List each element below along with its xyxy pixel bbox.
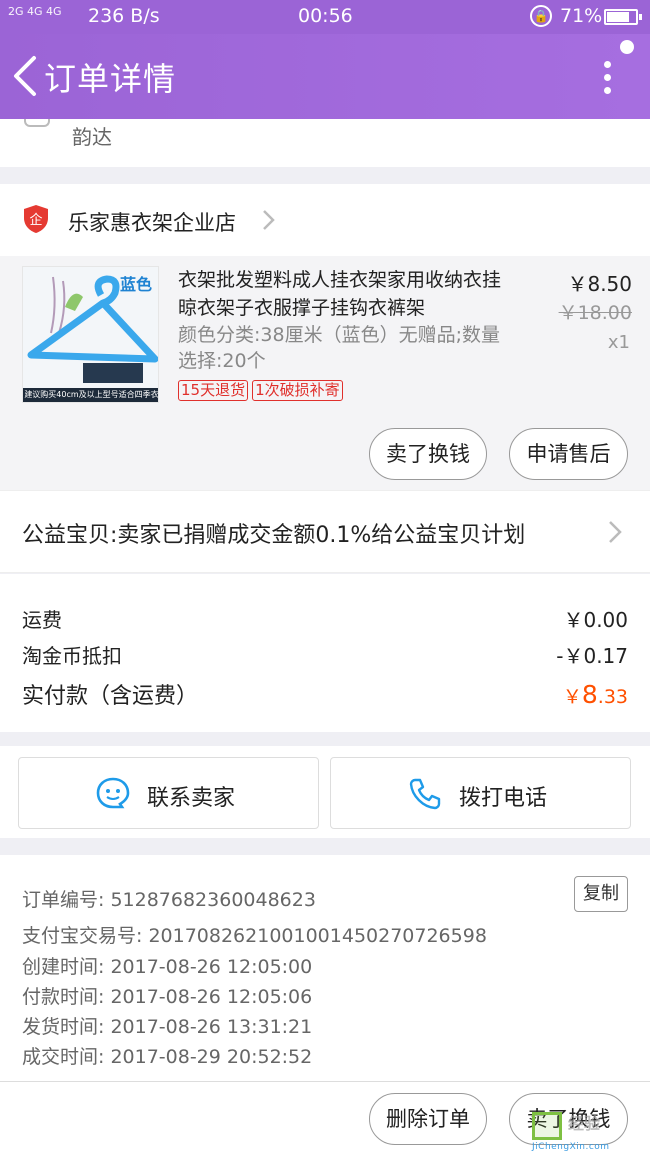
badge-damage: 1次破损补寄 [252, 380, 343, 401]
watermark: 经验 JiChengXin.com [532, 1108, 644, 1152]
battery-icon [604, 9, 642, 25]
call-phone-button[interactable]: 拨打电话 [330, 757, 631, 829]
shipped-time: 发货时间: 2017-08-26 13:31:21 [22, 1016, 313, 1038]
chevron-right-icon [263, 210, 275, 230]
cost-summary: 运费 ￥0.00 淘金币抵扣 -￥0.17 实付款（含运费） ￥8.33 [0, 574, 650, 732]
more-dot-icon [603, 87, 611, 94]
completed-time: 成交时间: 2017-08-29 20:52:52 [22, 1046, 313, 1068]
logistics-carrier: 韵达 [72, 125, 112, 149]
total-integer: 8 [581, 680, 598, 709]
back-arrow-icon [14, 56, 36, 96]
total-decimal: .33 [597, 686, 628, 708]
service-badges: 15天退货 1次破损补寄 [178, 380, 347, 401]
logistics-row[interactable]: 韵达 [0, 119, 650, 167]
alipay-trade-number: 支付宝交易号: 2017082621001001450270726598 [22, 925, 487, 947]
item-quantity: x1 [607, 332, 630, 353]
watermark-logo-icon [532, 1112, 562, 1140]
watermark-text: 经验 [568, 1114, 601, 1133]
order-item[interactable]: 蓝色 建议购买40cm及以上型号适合四季衣物 衣架批发塑料成人挂衣架家用收纳衣挂… [0, 256, 650, 490]
copy-button[interactable]: 复制 [574, 876, 628, 912]
charity-row[interactable]: 公益宝贝:卖家已捐赠成交金额0.1%给公益宝贝计划 [0, 490, 650, 573]
rotation-lock-icon: 🔒 [530, 5, 552, 27]
item-original-price: ￥18.00 [558, 302, 632, 324]
order-number: 订单编号: 51287682360048623 [22, 889, 316, 911]
net-speed: 236 B/s [88, 5, 160, 27]
sell-button[interactable]: 卖了换钱 [369, 428, 487, 480]
shipping-row: 运费 ￥0.00 [22, 604, 628, 633]
coin-row: 淘金币抵扣 -￥0.17 [22, 640, 628, 669]
total-currency: ￥ [562, 686, 582, 708]
product-image[interactable]: 蓝色 建议购买40cm及以上型号适合四季衣物 [22, 266, 159, 403]
status-bar: 2G 4G 4G 236 B/s 00:56 🔒 71% [0, 0, 650, 34]
chevron-right-icon [609, 521, 622, 543]
contact-seller-button[interactable]: 联系卖家 [18, 757, 319, 829]
total-value: ￥8.33 [563, 680, 628, 709]
store-name: 乐家惠衣架企业店 [68, 211, 236, 235]
clock: 00:56 [298, 5, 353, 27]
more-dot-icon [603, 74, 611, 81]
product-sku: 颜色分类:38厘米（蓝色）无赠品;数量选择:20个 [178, 324, 500, 372]
truck-icon [24, 119, 50, 127]
shipping-label: 运费 [22, 608, 62, 632]
phone-icon [409, 778, 441, 810]
watermark-site: JiChengXin.com [532, 1142, 610, 1152]
svg-text:企: 企 [29, 212, 42, 228]
charity-text: 公益宝贝:卖家已捐赠成交金额0.1%给公益宝贝计划 [22, 523, 526, 548]
more-menu-button[interactable] [590, 56, 624, 100]
after-sale-button[interactable]: 申请售后 [509, 428, 628, 480]
coin-label: 淘金币抵扣 [22, 644, 122, 668]
coin-value: -￥0.17 [556, 644, 628, 668]
image-caption: 建议购买40cm及以上型号适合四季衣物 [23, 388, 158, 402]
created-time: 创建时间: 2017-08-26 12:05:00 [22, 956, 313, 978]
enterprise-shield-icon: 企 [24, 205, 48, 233]
page-title: 订单详情 [44, 60, 177, 98]
badge-return: 15天退货 [178, 380, 249, 401]
delete-order-button[interactable]: 删除订单 [369, 1093, 487, 1145]
contact-seller-label: 联系卖家 [147, 786, 236, 811]
product-title: 衣架批发塑料成人挂衣架家用收纳衣挂晾衣架子衣服撑子挂钩衣裤架 [178, 269, 502, 319]
back-button[interactable] [6, 52, 46, 100]
shipping-value: ￥0.00 [563, 608, 628, 632]
notification-dot [620, 40, 634, 54]
call-phone-label: 拨打电话 [459, 786, 548, 811]
contact-bar: 联系卖家 拨打电话 [0, 746, 650, 838]
total-row: 实付款（含运费） ￥8.33 [22, 678, 628, 710]
image-color-tag: 蓝色 [119, 275, 152, 294]
store-header[interactable]: 企 乐家惠衣架企业店 [0, 184, 650, 256]
title-bar: 订单详情 [0, 34, 650, 119]
total-label: 实付款（含运费） [22, 684, 199, 709]
signal-icon: 2G 4G 4G [8, 5, 62, 18]
more-dot-icon [603, 61, 611, 68]
paid-time: 付款时间: 2017-08-26 12:05:06 [22, 986, 313, 1008]
chat-bubble-icon [96, 777, 130, 809]
order-info: 订单编号: 51287682360048623 复制 支付宝交易号: 20170… [0, 855, 650, 1081]
battery-percent: 71% [560, 5, 603, 27]
item-price: ￥8.50 [567, 272, 632, 296]
